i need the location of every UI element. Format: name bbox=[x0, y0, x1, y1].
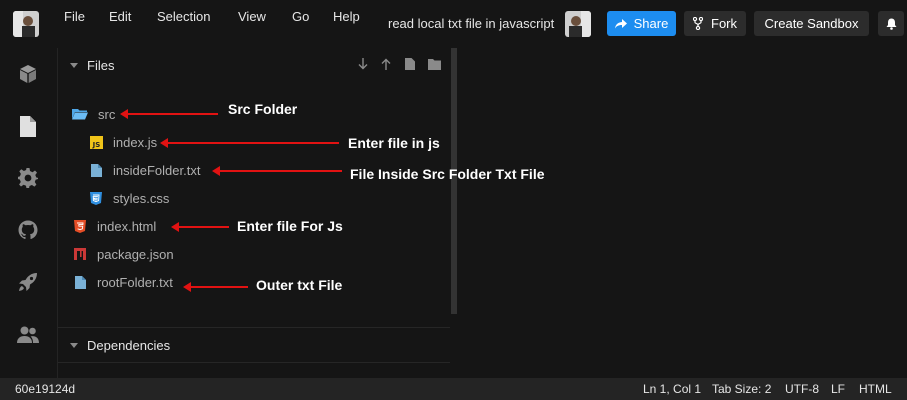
tree-file-index-js[interactable]: JS index.js bbox=[89, 132, 157, 152]
tree-file-styles-css[interactable]: styles.css bbox=[89, 188, 169, 208]
menu-selection[interactable]: Selection bbox=[157, 9, 210, 24]
status-eol[interactable]: LF bbox=[831, 382, 845, 396]
annotation-inside-txt: File Inside Src Folder Txt File bbox=[350, 166, 545, 182]
tree-file-package-json[interactable]: package.json bbox=[73, 244, 174, 264]
sandbox-title[interactable]: read local txt file in javascript bbox=[388, 16, 564, 31]
rocket-icon[interactable] bbox=[17, 271, 39, 293]
annotation-arrow-index-html bbox=[171, 222, 229, 232]
cube-icon[interactable] bbox=[17, 63, 39, 85]
create-sandbox-label: Create Sandbox bbox=[764, 16, 859, 31]
status-tab-size[interactable]: Tab Size: 2 bbox=[712, 382, 771, 396]
annotation-arrow-inside-txt bbox=[212, 166, 342, 176]
activity-bar bbox=[0, 48, 57, 378]
menu-go[interactable]: Go bbox=[292, 9, 309, 24]
css-file-icon bbox=[89, 191, 103, 205]
file-name: insideFolder.txt bbox=[113, 162, 201, 178]
file-name: package.json bbox=[97, 246, 174, 262]
create-sandbox-button[interactable]: Create Sandbox bbox=[754, 11, 869, 36]
status-language[interactable]: HTML bbox=[859, 382, 892, 396]
explorer-sidebar: Files src JS index.js insideFolder.txt s… bbox=[57, 48, 459, 378]
arrow-down-icon[interactable] bbox=[356, 57, 370, 71]
annotation-src-folder: Src Folder bbox=[228, 101, 298, 117]
top-bar: File Edit Selection View Go Help read lo… bbox=[0, 0, 907, 48]
files-section-header[interactable]: Files bbox=[58, 48, 450, 82]
txt-file-icon bbox=[73, 275, 87, 289]
file-name: src bbox=[98, 106, 116, 122]
chevron-down-icon bbox=[70, 342, 78, 348]
txt-file-icon bbox=[89, 163, 103, 177]
js-file-icon: JS bbox=[89, 135, 103, 149]
tree-file-insidefolder-txt[interactable]: insideFolder.txt bbox=[89, 160, 200, 180]
files-header-label: Files bbox=[87, 57, 115, 73]
github-icon[interactable] bbox=[17, 219, 39, 241]
bell-icon bbox=[886, 18, 897, 30]
tree-file-index-html[interactable]: index.html bbox=[73, 216, 156, 236]
tree-folder-src[interactable]: src bbox=[72, 104, 115, 124]
dependencies-header-label: Dependencies bbox=[87, 337, 171, 353]
menu-view[interactable]: View bbox=[238, 9, 266, 24]
fork-label: Fork bbox=[711, 16, 737, 31]
codesandbox-avatar[interactable] bbox=[13, 11, 39, 37]
file-name: styles.css bbox=[113, 190, 170, 206]
notifications-button[interactable] bbox=[878, 11, 904, 36]
annotation-arrow-src bbox=[120, 109, 218, 119]
users-icon[interactable] bbox=[17, 324, 39, 346]
annotation-arrow-rootfolder bbox=[183, 282, 248, 292]
status-commit: 60e19124d bbox=[15, 382, 76, 396]
svg-text:JS: JS bbox=[91, 141, 100, 149]
annotation-arrow-index-js bbox=[160, 138, 339, 148]
new-folder-icon[interactable] bbox=[427, 57, 441, 71]
chevron-down-icon bbox=[70, 62, 78, 68]
fork-button[interactable]: Fork bbox=[684, 11, 746, 36]
user-avatar[interactable] bbox=[565, 11, 591, 37]
html-file-icon bbox=[73, 219, 87, 233]
new-file-icon[interactable] bbox=[403, 57, 417, 71]
share-label: Share bbox=[633, 16, 669, 31]
menu-help[interactable]: Help bbox=[333, 9, 360, 24]
file-name: index.html bbox=[97, 218, 157, 234]
npm-file-icon bbox=[73, 247, 87, 261]
share-button[interactable]: Share bbox=[607, 11, 676, 36]
file-name: rootFolder.txt bbox=[97, 274, 173, 290]
dependencies-section-header[interactable]: Dependencies bbox=[58, 328, 450, 362]
status-cursor-position[interactable]: Ln 1, Col 1 bbox=[643, 382, 701, 396]
section-divider bbox=[58, 362, 450, 363]
annotation-enter-file-js: Enter file in js bbox=[348, 135, 440, 151]
tree-file-rootfolder-txt[interactable]: rootFolder.txt bbox=[73, 272, 173, 292]
folder-icon bbox=[72, 107, 88, 121]
arrow-up-icon[interactable] bbox=[379, 57, 393, 71]
status-encoding[interactable]: UTF-8 bbox=[785, 382, 819, 396]
menu-file[interactable]: File bbox=[64, 9, 85, 24]
file-name: index.js bbox=[113, 134, 158, 150]
status-bar: 60e19124d Ln 1, Col 1 Tab Size: 2 UTF-8 … bbox=[0, 378, 907, 400]
menu-edit[interactable]: Edit bbox=[109, 9, 131, 24]
editor-area[interactable] bbox=[458, 48, 907, 378]
gear-icon[interactable] bbox=[17, 167, 39, 189]
annotation-outer-txt: Outer txt File bbox=[256, 277, 343, 293]
fork-icon bbox=[693, 17, 703, 30]
annotation-enter-file-for-js: Enter file For Js bbox=[237, 218, 343, 234]
file-icon[interactable] bbox=[17, 115, 39, 137]
share-icon bbox=[614, 18, 627, 29]
